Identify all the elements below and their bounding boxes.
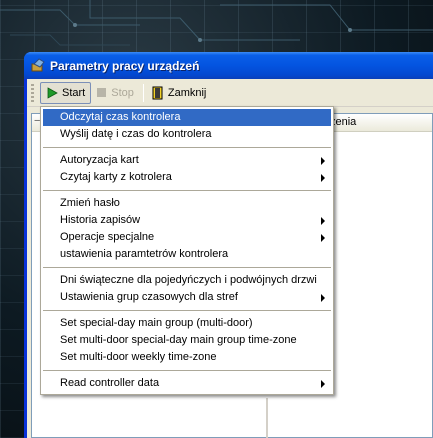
menu-separator	[43, 310, 331, 311]
start-button[interactable]: Start	[40, 81, 92, 104]
close-button-label: Zamknij	[167, 86, 207, 99]
menu-item-label: Set multi-door weekly time-zone	[60, 351, 217, 363]
menu-item-label: Ustawienia grup czasowych dla stref	[60, 291, 238, 303]
start-dropdown-menu: Odczytaj czas kontrolera Wyślij datę i c…	[40, 106, 334, 395]
menu-separator	[43, 147, 331, 148]
menu-item-label: Set multi-door special-day main group ti…	[60, 334, 297, 346]
toolbar-grip[interactable]	[31, 83, 34, 102]
menu-item-label: Odczytaj czas kontrolera	[60, 111, 181, 123]
menu-item-label: Dni świąteczne dla pojedyńczych i podwój…	[60, 274, 317, 286]
app-icon	[30, 57, 46, 74]
column-divider	[266, 398, 268, 438]
menu-item-zone-time-groups[interactable]: Ustawienia grup czasowych dla stref	[43, 289, 331, 306]
menu-item-label: ustawienia paramtetrów kontrolera	[60, 248, 229, 260]
submenu-arrow-icon	[321, 217, 325, 225]
menu-group-settings: Zmień hasło Historia zapisów Operacje sp…	[43, 195, 331, 263]
window-titlebar[interactable]: Parametry pracy urządzeń	[24, 52, 433, 79]
play-icon	[46, 86, 58, 99]
submenu-arrow-icon	[321, 234, 325, 242]
menu-item-label: Wyślij datę i czas do kontrolera	[60, 128, 212, 140]
stop-button-label: Stop	[111, 86, 134, 99]
menu-item-holidays[interactable]: Dni świąteczne dla pojedyńczych i podwój…	[43, 272, 331, 289]
menu-item-card-authorization[interactable]: Autoryzacja kart	[43, 152, 331, 169]
menu-item-special-operations[interactable]: Operacje specjalne	[43, 229, 331, 246]
menu-item-special-day-time-zone[interactable]: Set multi-door special-day main group ti…	[43, 332, 331, 349]
menu-item-change-password[interactable]: Zmień hasło	[43, 195, 331, 212]
desktop-wallpaper-lines	[0, 0, 433, 46]
menu-item-read-cards[interactable]: Czytaj karty z kotrolera	[43, 169, 331, 186]
exit-door-icon	[152, 86, 164, 100]
toolbar: Start Stop Zamknij	[27, 79, 433, 107]
submenu-arrow-icon	[321, 174, 325, 182]
menu-item-weekly-time-zone[interactable]: Set multi-door weekly time-zone	[43, 349, 331, 366]
menu-group-multidoor: Set special-day main group (multi-door) …	[43, 315, 331, 366]
menu-separator	[43, 190, 331, 191]
menu-item-label: Operacje specjalne	[60, 231, 155, 243]
window-title: Parametry pracy urządzeń	[50, 58, 200, 73]
menu-item-label: Read controller data	[60, 377, 160, 389]
start-button-label: Start	[62, 86, 86, 99]
menu-item-send-date-time[interactable]: Wyślij datę i czas do kontrolera	[43, 126, 331, 143]
menu-item-label: Czytaj karty z kotrolera	[60, 171, 172, 183]
menu-item-controller-parameters[interactable]: ustawienia paramtetrów kontrolera	[43, 246, 331, 263]
menu-group-read: Read controller data	[43, 375, 331, 392]
menu-item-record-history[interactable]: Historia zapisów	[43, 212, 331, 229]
menu-separator	[43, 370, 331, 371]
submenu-arrow-icon	[321, 294, 325, 302]
menu-item-read-controller-time[interactable]: Odczytaj czas kontrolera	[43, 109, 331, 126]
menu-item-label: Autoryzacja kart	[60, 154, 139, 166]
menu-item-special-day-main-group[interactable]: Set special-day main group (multi-door)	[43, 315, 331, 332]
menu-separator	[43, 267, 331, 268]
stop-icon	[96, 87, 107, 98]
menu-group-holidays: Dni świąteczne dla pojedyńczych i podwój…	[43, 272, 331, 306]
menu-group-time: Odczytaj czas kontrolera Wyślij datę i c…	[43, 109, 331, 143]
stop-button[interactable]: Stop	[91, 82, 139, 104]
submenu-arrow-icon	[321, 380, 325, 388]
menu-item-label: Historia zapisów	[60, 214, 141, 226]
close-button[interactable]: Zamknij	[147, 82, 212, 104]
submenu-arrow-icon	[321, 157, 325, 165]
menu-item-label: Zmień hasło	[60, 197, 120, 209]
menu-item-read-controller-data[interactable]: Read controller data	[43, 375, 331, 392]
menu-group-cards: Autoryzacja kart Czytaj karty z kotroler…	[43, 152, 331, 186]
menu-item-label: Set special-day main group (multi-door)	[60, 317, 253, 329]
toolbar-separator	[142, 83, 144, 102]
